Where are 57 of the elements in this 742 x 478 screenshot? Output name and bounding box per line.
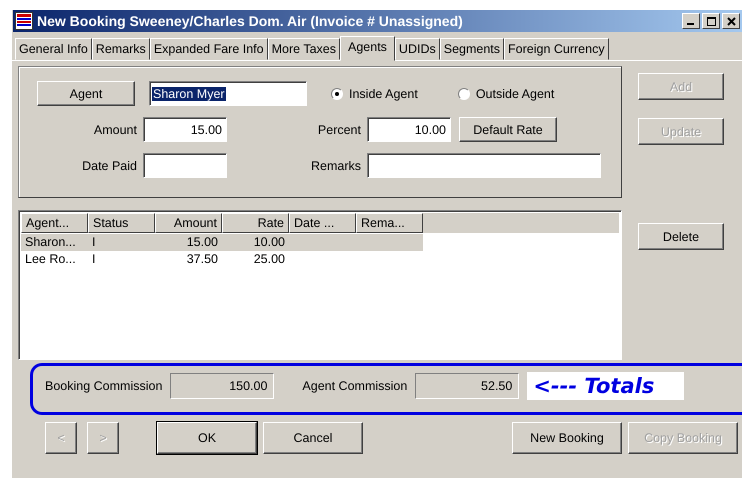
radio-circle[interactable] <box>331 88 343 100</box>
list-row[interactable]: Sharon... I 15.00 10.00 <box>21 234 423 251</box>
field-label: Remarks <box>310 158 362 172</box>
dialog-button[interactable]: Cancel <box>263 422 363 454</box>
table-cell-text: 37.50 <box>186 251 219 268</box>
table-cell-text: Sharon... <box>24 234 77 251</box>
minimize-button[interactable] <box>682 13 700 29</box>
default-rate-button[interactable]: Default Rate <box>459 117 557 142</box>
window-title: New Booking Sweeney/Charles Dom. Air (Invoice # Unassigned) <box>37 13 464 29</box>
agent-name-field[interactable]: Sharon Myer <box>149 81 307 106</box>
percent-field[interactable]: 10.00 <box>367 117 451 142</box>
amount-field[interactable]: 15.00 <box>143 117 227 142</box>
maximize-icon <box>706 16 716 26</box>
maximize-button[interactable] <box>702 13 720 29</box>
booking-commission-field: 150.00 <box>170 373 274 399</box>
field-label: Booking Commission <box>45 379 162 393</box>
tab[interactable]: Foreign Currency <box>504 38 609 60</box>
table-cell-text: 15.00 <box>186 234 219 251</box>
radio-label: Inside Agent <box>349 86 418 100</box>
tab[interactable]: Remarks <box>92 38 150 60</box>
table-cell-text: 25.00 <box>252 251 286 268</box>
column-header[interactable]: Amount <box>155 213 222 233</box>
column-header[interactable]: Status <box>88 213 155 233</box>
field-label: Amount <box>92 122 138 136</box>
totals-annotation: <--- Totals <box>527 372 684 400</box>
agent-button[interactable]: Agent <box>37 81 135 106</box>
tab[interactable]: More Taxes <box>268 38 340 60</box>
radio-circle[interactable] <box>458 88 470 100</box>
list-row[interactable]: Lee Ro... I 37.50 25.00 <box>21 251 423 268</box>
tab[interactable]: Agents <box>340 36 395 61</box>
dialog-button[interactable]: OK <box>157 422 257 454</box>
table-cell-text: Lee Ro... <box>24 251 77 268</box>
date-paid-field[interactable] <box>143 153 227 178</box>
radio-label: Outside Agent <box>476 86 554 100</box>
field-label: Percent <box>316 122 362 136</box>
tab[interactable]: Expanded Fare Info <box>150 38 268 60</box>
close-icon <box>726 16 736 26</box>
app-icon <box>15 12 33 30</box>
action-button[interactable]: Delete <box>638 223 724 250</box>
column-header[interactable]: Date ... <box>289 213 356 233</box>
tab[interactable]: Segments <box>440 38 504 60</box>
agent-type-radio[interactable]: Inside Agent <box>331 86 418 100</box>
table-cell-text: I <box>91 234 96 251</box>
close-button[interactable] <box>722 13 740 29</box>
field-label: Agent Commission <box>302 379 408 393</box>
agent-type-radio[interactable]: Outside Agent <box>458 86 554 100</box>
booking-button[interactable]: New Booking <box>512 422 622 454</box>
remarks-field[interactable] <box>367 153 601 178</box>
table-cell-text: I <box>91 251 96 268</box>
column-header[interactable]: Rate <box>222 213 289 233</box>
column-header[interactable]: Rema... <box>356 213 423 233</box>
field-label: Date Paid <box>81 158 138 172</box>
tab[interactable]: General Info <box>15 38 92 60</box>
column-header[interactable]: Agent... <box>21 213 88 233</box>
tab[interactable]: UDIDs <box>394 38 440 60</box>
agent-commission-field: 52.50 <box>415 373 520 399</box>
table-cell-text: 10.00 <box>252 234 286 251</box>
